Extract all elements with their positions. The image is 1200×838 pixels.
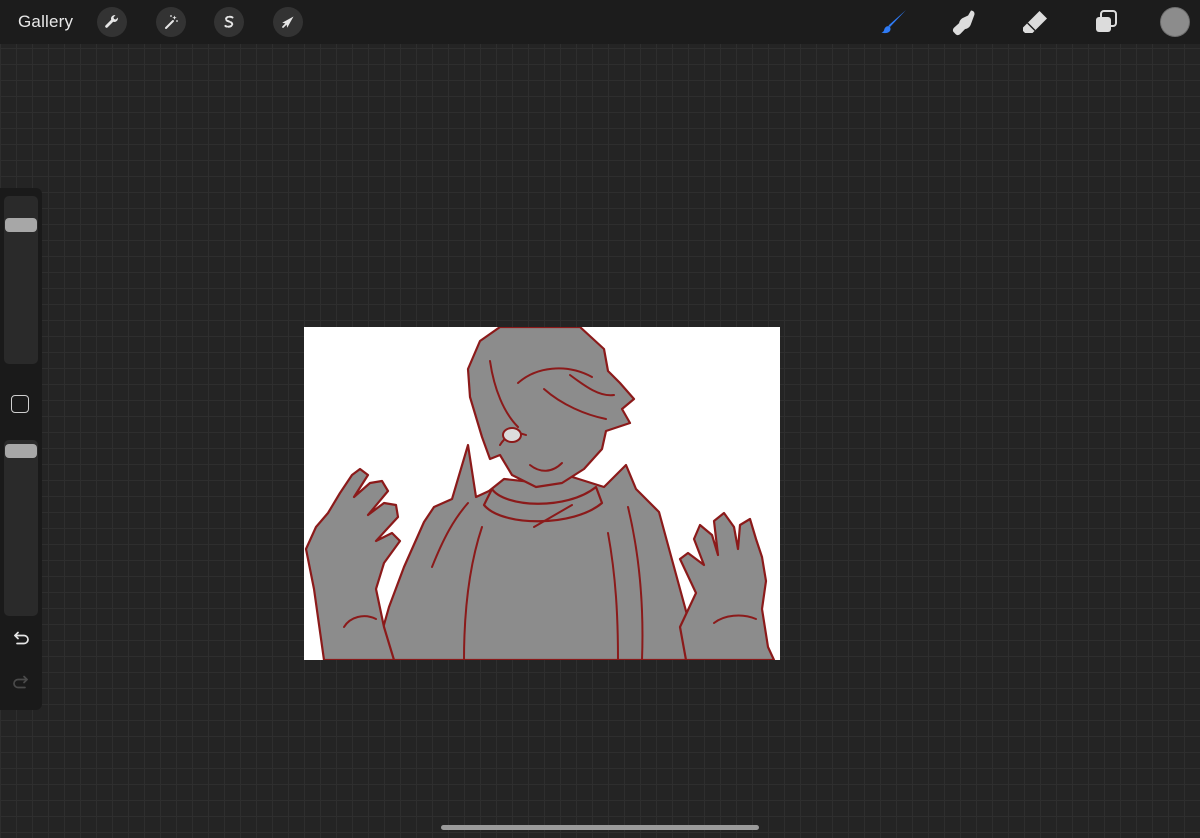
modify-button[interactable] (11, 395, 29, 413)
drawing-canvas[interactable] (304, 327, 780, 660)
color-picker-button[interactable] (1161, 8, 1189, 36)
adjustments-button[interactable] (156, 7, 186, 37)
undo-button[interactable] (10, 630, 32, 650)
transform-button[interactable] (273, 7, 303, 37)
wrench-icon (105, 15, 118, 28)
character-sketch (304, 327, 776, 660)
layers-icon (1096, 10, 1117, 32)
opacity-thumb[interactable] (5, 444, 37, 458)
redo-button[interactable] (10, 674, 32, 694)
smudge-finger-icon (952, 10, 975, 36)
top-toolbar: Gallery (0, 0, 1200, 44)
procreate-workspace: Gallery (0, 0, 1200, 838)
layers-button[interactable] (1090, 7, 1122, 37)
opacity-slider[interactable] (4, 440, 38, 616)
undo-arrow-icon (14, 631, 29, 645)
smudge-tool-button[interactable] (948, 7, 980, 37)
selection-s-icon (224, 15, 234, 28)
brush-tool-button[interactable] (878, 7, 910, 37)
brush-size-thumb[interactable] (5, 217, 37, 232)
brush-size-slider[interactable] (4, 196, 38, 364)
gallery-button[interactable]: Gallery (18, 12, 73, 32)
selection-button[interactable] (214, 7, 244, 37)
magic-wand-icon (165, 15, 178, 29)
brush-icon (881, 10, 906, 34)
left-sidebar (0, 188, 42, 710)
eraser-icon (1023, 11, 1047, 33)
redo-arrow-icon (13, 675, 28, 689)
actions-button[interactable] (97, 7, 127, 37)
arrow-cursor-icon (282, 16, 294, 28)
home-indicator[interactable] (441, 825, 759, 830)
eraser-tool-button[interactable] (1019, 7, 1051, 37)
